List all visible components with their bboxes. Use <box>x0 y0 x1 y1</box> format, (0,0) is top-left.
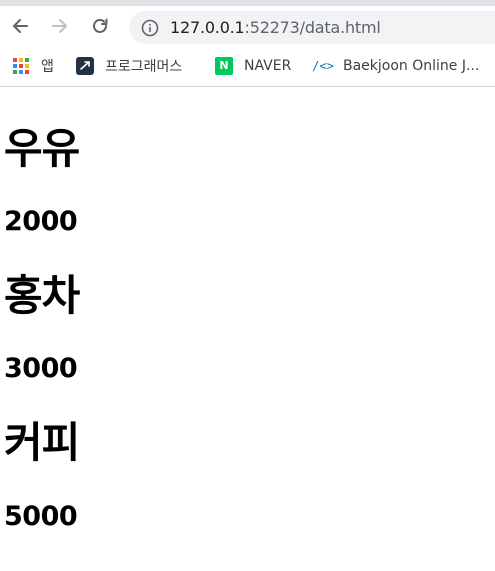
bookmark-programmers[interactable]: 프로그래머스 <box>76 46 182 86</box>
apps-grid-icon <box>12 57 30 75</box>
url-text[interactable]: 127.0.0.1:52273/data.html <box>170 18 381 37</box>
browser-chrome: 127.0.0.1:52273/data.html 앱 프로그래머스 N NAV… <box>0 0 495 87</box>
reload-icon <box>93 18 108 33</box>
item-price: 2000 <box>4 206 78 237</box>
url-path: :52273/data.html <box>244 18 381 37</box>
item-name: 커피 <box>4 418 80 467</box>
naver-icon: N <box>215 57 233 75</box>
arrow-right-icon <box>52 19 67 33</box>
bookmark-apps[interactable]: 앱 <box>12 46 54 86</box>
bookmark-naver[interactable]: N NAVER <box>215 46 291 86</box>
bookmarks-bar: 앱 프로그래머스 N NAVER /<> Baekjoon Online J..… <box>0 46 495 87</box>
item-name: 우유 <box>4 124 80 173</box>
programmers-icon <box>76 57 94 75</box>
bookmark-label: Baekjoon Online J... <box>343 58 480 74</box>
bookmark-label: 프로그래머스 <box>105 59 183 75</box>
item-name: 홍차 <box>4 271 80 320</box>
reload-button[interactable] <box>87 13 113 39</box>
bookmark-label: NAVER <box>244 58 292 74</box>
bookmark-label: 앱 <box>41 59 54 75</box>
info-icon[interactable] <box>141 19 159 37</box>
item-price: 5000 <box>4 501 78 532</box>
item-price: 3000 <box>4 353 78 384</box>
back-button[interactable] <box>7 13 33 39</box>
browser-toolbar: 127.0.0.1:52273/data.html <box>0 6 495 46</box>
address-bar[interactable]: 127.0.0.1:52273/data.html <box>129 11 495 44</box>
code-brackets-icon: /<> <box>312 59 334 73</box>
bookmark-baekjoon[interactable]: /<> Baekjoon Online J... <box>312 46 480 86</box>
arrow-left-icon <box>13 19 28 33</box>
url-host: 127.0.0.1 <box>170 18 245 37</box>
forward-button[interactable] <box>47 13 73 39</box>
